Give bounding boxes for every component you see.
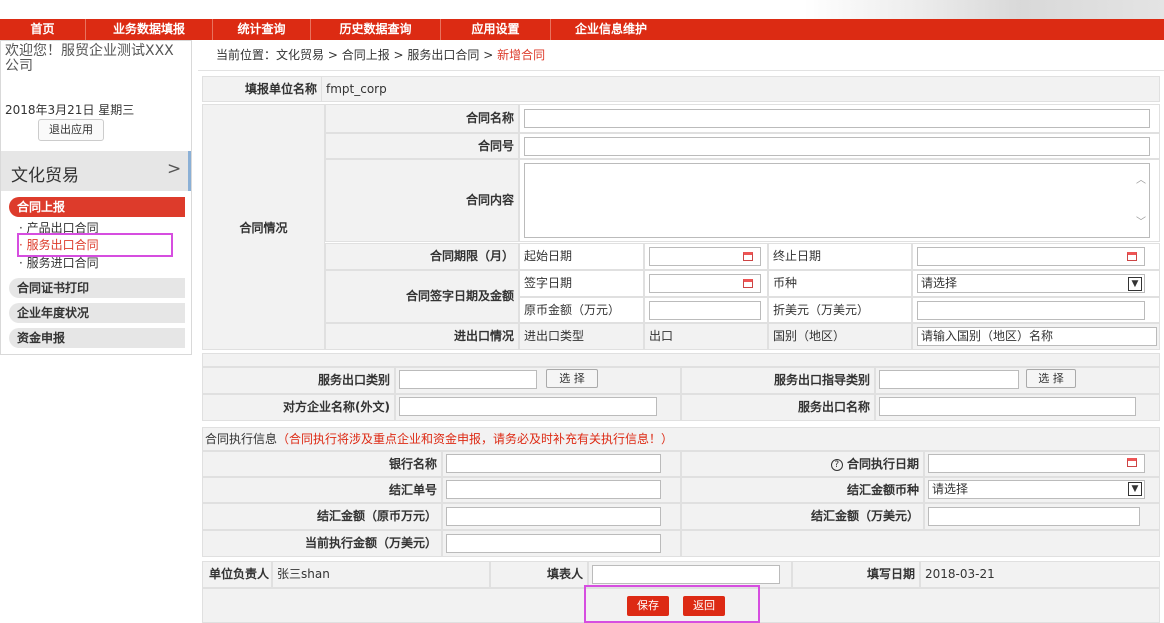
sidebar-item-annual-status[interactable]: 企业年度状况 [9, 303, 185, 323]
section-accent [188, 151, 191, 191]
usd-amount-input[interactable] [917, 301, 1145, 320]
sidebar-subitem-service-import[interactable]: · 服务进口合同 [19, 255, 99, 271]
breadcrumb-current: 新增合同 [497, 48, 546, 62]
bank-name-label: 银行名称 [202, 451, 442, 477]
sign-date-label: 签字日期 [519, 270, 644, 297]
contract-name-label: 合同名称 [325, 104, 519, 133]
unit-name-value: fmpt_corp [321, 76, 1160, 102]
breadcrumb-path[interactable]: 文化贸易 > 合同上报 > 服务出口合同 > [276, 48, 497, 62]
guide-type-select-button[interactable]: 选 择 [1026, 369, 1076, 388]
usd-amount-label: 折美元（万美元） [768, 297, 912, 323]
trade-status-label: 进出口情况 [325, 323, 519, 350]
nav-home[interactable]: 首页 [0, 19, 86, 40]
breadcrumb: 当前位置：文化贸易 > 合同上报 > 服务出口合同 > 新增合同 [198, 40, 1164, 71]
service-export-type-input[interactable] [399, 370, 537, 389]
nav-data-report[interactable]: 业务数据填报 [86, 19, 213, 40]
nav-company-info[interactable]: 企业信息维护 [551, 19, 671, 40]
chevron-down-icon[interactable]: ▼ [1128, 482, 1142, 496]
chevron-right-icon: > [167, 159, 182, 179]
exec-info-note: （合同执行将涉及重点企业和资金申报，请务必及时补充有关执行信息！） [277, 432, 674, 446]
contract-sign-label: 合同签字日期及金额 [325, 270, 519, 323]
section-title: 文化贸易 [11, 166, 79, 186]
settle-currency-label: 结汇金额币种 [681, 477, 924, 503]
bank-name-input[interactable] [446, 454, 661, 473]
nav-history[interactable]: 历史数据查询 [311, 19, 441, 40]
principal-label: 单位负责人 [202, 561, 272, 588]
banner-image [804, 0, 1164, 19]
settle-orig-label: 结汇金额（原币万元） [202, 503, 442, 530]
sidebar: 欢迎您！服贸企业测试XXX公司 2018年3月21日 星期三 退出应用 文化贸易… [0, 40, 192, 355]
end-date-label: 终止日期 [768, 243, 912, 270]
highlight-box-sidebar [17, 233, 173, 257]
trade-type-value: 出口 [644, 323, 768, 350]
divider-row [202, 353, 1160, 367]
service-name-input[interactable] [879, 397, 1136, 416]
contract-no-input[interactable] [524, 137, 1150, 156]
fill-date-value: 2018-03-21 [920, 561, 1160, 588]
highlight-box-actions [584, 585, 760, 623]
settle-no-label: 结汇单号 [202, 477, 442, 503]
end-date-input[interactable] [917, 247, 1145, 266]
nav-settings[interactable]: 应用设置 [441, 19, 551, 40]
partner-name-label: 对方企业名称(外文) [202, 394, 395, 421]
currency-select[interactable]: 请选择 [917, 274, 1145, 293]
service-type-select-button[interactable]: 选 择 [546, 369, 598, 388]
breadcrumb-prefix: 当前位置： [216, 48, 277, 62]
exec-date-input[interactable] [928, 454, 1145, 473]
nav-statistics[interactable]: 统计查询 [213, 19, 311, 40]
guide-type-input[interactable] [879, 370, 1019, 389]
current-amount-input[interactable] [446, 534, 661, 553]
guide-type-label: 服务出口指导类别 [681, 367, 875, 394]
settle-currency-select[interactable]: 请选择 [928, 480, 1145, 499]
contract-content-label: 合同内容 [325, 159, 519, 242]
welcome-text: 欢迎您！服贸企业测试XXX公司 [5, 43, 174, 74]
filler-label: 填表人 [490, 561, 588, 588]
calendar-icon[interactable] [1127, 252, 1137, 261]
trade-type-label: 进出口类型 [519, 323, 644, 350]
fill-date-label: 填写日期 [792, 561, 920, 588]
calendar-icon[interactable] [743, 279, 753, 288]
sidebar-section-culture-trade[interactable]: 文化贸易 > [1, 151, 191, 191]
service-name-label: 服务出口名称 [681, 394, 875, 421]
contract-period-label: 合同期限（月） [325, 243, 519, 270]
calendar-icon[interactable] [743, 252, 753, 261]
help-icon[interactable]: ? [830, 458, 843, 471]
scroll-down-icon[interactable]: ﹀ [1136, 214, 1146, 231]
partner-name-input[interactable] [399, 397, 657, 416]
contract-content-textarea[interactable]: ︿ ﹀ [524, 163, 1150, 238]
start-date-label: 起始日期 [519, 243, 644, 270]
orig-amount-input[interactable] [649, 301, 761, 320]
logout-button[interactable]: 退出应用 [38, 119, 104, 141]
sidebar-item-certificate-print[interactable]: 合同证书打印 [9, 278, 185, 298]
contract-section-label: 合同情况 [202, 104, 325, 350]
main-nav: 首页 业务数据填报 统计查询 历史数据查询 应用设置 企业信息维护 [0, 19, 1164, 40]
principal-value: 张三shan [272, 561, 490, 588]
calendar-icon[interactable] [1127, 458, 1137, 467]
currency-label: 币种 [768, 270, 912, 297]
scroll-up-icon[interactable]: ︿ [1136, 172, 1146, 189]
settle-usd-input[interactable] [928, 507, 1140, 526]
settle-no-input[interactable] [446, 480, 661, 499]
chevron-down-icon[interactable]: ▼ [1128, 277, 1142, 291]
sidebar-item-fund-application[interactable]: 资金申报 [9, 328, 185, 348]
exec-info-title: 合同执行信息（合同执行将涉及重点企业和资金申报，请务必及时补充有关执行信息！） [202, 427, 1160, 451]
country-input[interactable]: 请输入国别（地区）名称 [917, 327, 1157, 346]
sidebar-item-contract-report[interactable]: 合同上报 [9, 197, 185, 217]
orig-amount-label: 原币金额（万元） [519, 297, 644, 323]
settle-usd-label: 结汇金额（万美元） [681, 503, 924, 530]
contract-name-input[interactable] [524, 109, 1150, 128]
top-banner [0, 0, 1164, 19]
country-label: 国别（地区） [768, 323, 912, 350]
contract-no-label: 合同号 [325, 133, 519, 159]
settle-orig-input[interactable] [446, 507, 661, 526]
service-export-type-label: 服务出口类别 [202, 367, 395, 394]
exec-date-label: ? 合同执行日期 [681, 451, 924, 477]
current-amount-label: 当前执行金额（万美元） [202, 530, 442, 557]
filler-input[interactable] [592, 565, 780, 584]
current-date: 2018年3月21日 星期三 [5, 103, 135, 117]
unit-name-label: 填报单位名称 [202, 76, 322, 102]
